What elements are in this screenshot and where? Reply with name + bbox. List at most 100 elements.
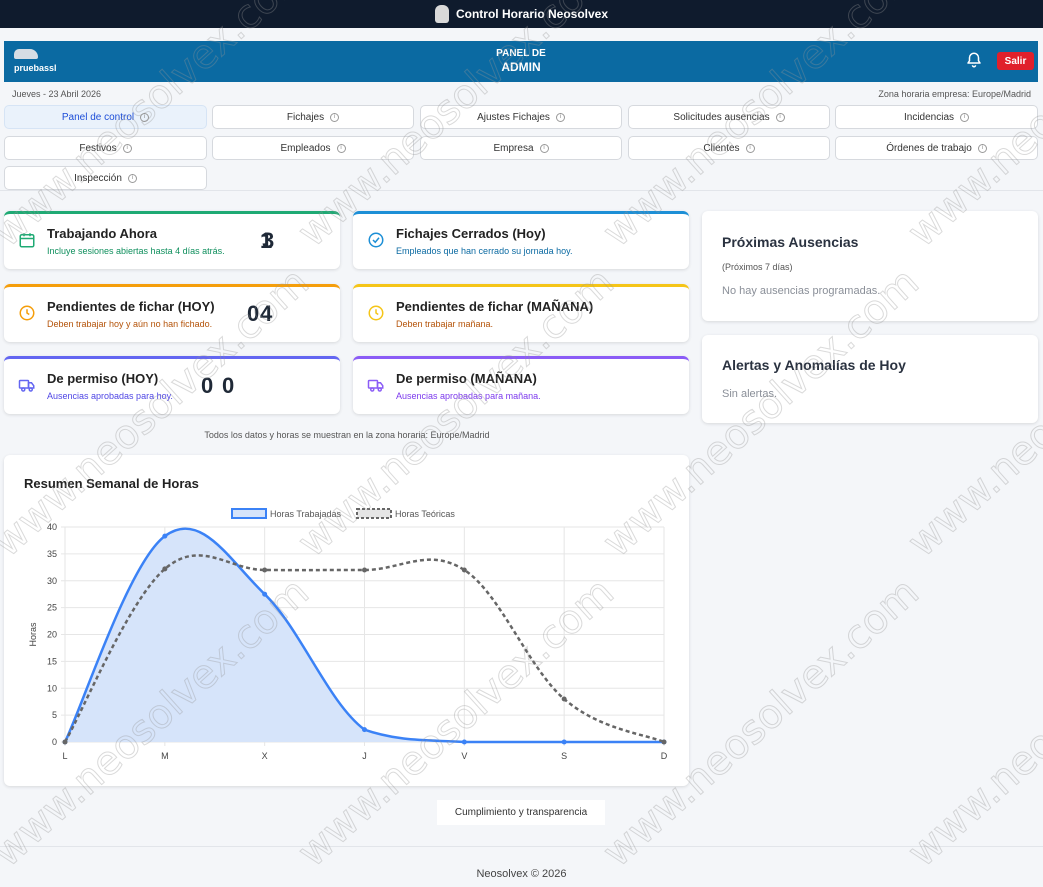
nav-button-label: Órdenes de trabajo <box>886 142 972 154</box>
stat-subtitle: Deben trabajar mañana. <box>396 319 494 329</box>
info-icon[interactable]: i <box>539 143 549 153</box>
x-tick-label: D <box>661 751 668 761</box>
y-tick-label: 15 <box>47 656 57 666</box>
upcoming-absences-card: Próximas Ausencias (Próximos 7 días) No … <box>702 211 1038 321</box>
info-icon[interactable]: i <box>977 143 987 153</box>
theoretical-hours-point <box>362 567 367 573</box>
stat-title: Pendientes de fichar (MAÑANA) <box>396 299 594 314</box>
theoretical-hours-point <box>561 696 567 702</box>
nav-button-label: Solicitudes ausencias <box>673 111 770 123</box>
info-icon[interactable]: i <box>127 173 137 183</box>
info-icon[interactable]: i <box>745 143 755 153</box>
info-icon[interactable]: i <box>122 143 132 153</box>
worked-hours-point <box>262 591 268 597</box>
nav-button-ajustes-fichajes[interactable]: Ajustes Fichajes i <box>420 105 622 129</box>
truck-icon <box>367 379 384 392</box>
y-tick-label: 5 <box>52 710 57 720</box>
stat-value: 4 <box>260 301 273 326</box>
stat-card-working-now: Trabajando Ahora Incluye sesiones abierta… <box>4 211 340 269</box>
stat-title: Pendientes de fichar (HOY) <box>47 299 215 314</box>
worked-hours-point <box>162 533 168 539</box>
y-axis-label: Horas <box>28 622 38 647</box>
nav-button-panel-de-control[interactable]: Panel de control i <box>4 105 207 129</box>
stat-card-closed-today: Fichajes Cerrados (Hoy) Empleados que han… <box>260 211 689 269</box>
stat-value: 0 <box>247 301 260 326</box>
theoretical-hours-point <box>162 566 168 572</box>
nav-button-solicitudes-ausencias[interactable]: Solicitudes ausencias i <box>628 105 830 129</box>
current-date: Jueves - 23 Abril 2026 <box>12 89 102 99</box>
stat-value: 1 <box>260 228 273 253</box>
y-tick-label: 10 <box>47 683 57 693</box>
stat-title: Fichajes Cerrados (Hoy) <box>396 226 546 241</box>
theoretical-hours-point <box>62 739 68 745</box>
theoretical-hours-point <box>461 567 467 573</box>
nav-button-label: Ajustes Fichajes <box>477 111 550 123</box>
y-tick-label: 35 <box>47 549 57 559</box>
info-icon[interactable]: i <box>555 112 565 122</box>
stat-title: De permiso (HOY) <box>47 371 159 386</box>
alerts-empty: Sin alertas. <box>722 388 778 400</box>
bell-icon[interactable] <box>965 51 983 69</box>
x-tick-label: L <box>62 751 67 761</box>
info-icon[interactable]: i <box>960 112 970 122</box>
stat-subtitle: Ausencias aprobadas para hoy. <box>47 391 173 401</box>
copyright: Neosolvex © 2026 <box>476 868 567 880</box>
nav-button-label: Inspección <box>74 172 122 184</box>
info-icon[interactable]: i <box>140 112 150 122</box>
clock-icon <box>368 305 384 321</box>
legend-swatch-theoretical <box>356 508 392 519</box>
y-tick-label: 20 <box>47 630 57 640</box>
nav-button-empleados[interactable]: Empleados i <box>212 136 414 160</box>
theoretical-hours-point <box>661 739 667 745</box>
nav-button-festivos[interactable]: Festivos i <box>4 136 207 160</box>
alerts-title: Alertas y Anomalías de Hoy <box>722 357 906 373</box>
stat-subtitle: Incluye sesiones abiertas hasta 4 días a… <box>47 246 225 256</box>
footer-divider <box>0 846 1043 847</box>
stat-card-pending-today: Pendientes de fichar (HOY) Deben trabajar… <box>4 284 340 342</box>
x-tick-label: J <box>362 751 367 761</box>
stat-value: 0 <box>222 373 235 398</box>
company-timezone: Zona horaria empresa: Europe/Madrid <box>878 89 1031 99</box>
info-icon[interactable]: i <box>330 112 340 122</box>
stat-card-pending-tomorrow: Pendientes de fichar (MAÑANA) Deben traba… <box>260 284 689 342</box>
panel-title-line2: ADMIN <box>501 60 541 74</box>
nav-button-label: Empleados <box>280 142 331 154</box>
info-icon[interactable]: i <box>775 112 785 122</box>
stat-subtitle: Deben trabajar hoy y aún no han fichado. <box>47 319 213 329</box>
app-titlebar: Control Horario Neosolvex <box>0 0 1043 28</box>
nav-button-ordenes-de-trabajo[interactable]: Órdenes de trabajo i <box>835 136 1038 160</box>
absences-title: Próximas Ausencias <box>722 234 859 250</box>
theoretical-hours-point <box>262 567 268 573</box>
nav-button-clientes[interactable]: Clientes i <box>628 136 830 160</box>
divider <box>0 190 1043 191</box>
alerts-card: Alertas y Anomalías de Hoy Sin alertas. <box>702 335 1038 423</box>
nav-button-label: Panel de control <box>61 111 135 123</box>
stat-card-leave-today: De permiso (HOY) Ausencias aprobadas para… <box>4 356 340 414</box>
nav-button-inspeccion[interactable]: Inspección i <box>4 166 207 190</box>
legend-label-worked: Horas Trabajadas <box>270 509 342 519</box>
check-icon <box>368 232 384 248</box>
worked-hours-point <box>461 739 467 745</box>
nav-button-label: Clientes <box>703 142 740 154</box>
transparency-link[interactable]: Cumplimiento y transparencia <box>437 800 605 825</box>
stat-title: Trabajando Ahora <box>47 226 158 241</box>
logout-button[interactable]: Salir <box>997 52 1034 70</box>
nav-button-label: Empresa <box>493 142 534 154</box>
info-icon[interactable]: i <box>336 143 346 153</box>
nav-button-incidencias[interactable]: Incidencias i <box>835 105 1038 129</box>
y-tick-label: 40 <box>47 522 57 532</box>
x-tick-label: V <box>461 751 467 761</box>
weekly-hours-chart: 0 5 10 15 20 25 30 35 40 L M X J V S D Horas Horas Trabaj… <box>28 508 668 761</box>
stat-value: 0 <box>201 373 214 398</box>
watermark-text: www.neosolvex.com <box>899 569 1043 877</box>
nav-button-label: Incidencias <box>903 111 955 123</box>
worked-hours-point <box>561 739 567 745</box>
absences-range: (Próximos 7 días) <box>722 262 793 272</box>
panel-title-line1: PANEL DE <box>496 48 546 59</box>
nav-button-fichajes[interactable]: Fichajes i <box>212 105 414 129</box>
absences-empty: No hay ausencias programadas. <box>722 285 881 297</box>
brand-logo-icon <box>434 5 449 23</box>
truck-icon <box>18 379 35 392</box>
nav-button-empresa[interactable]: Empresa i <box>420 136 622 160</box>
nav-button-label: Festivos <box>79 142 117 154</box>
